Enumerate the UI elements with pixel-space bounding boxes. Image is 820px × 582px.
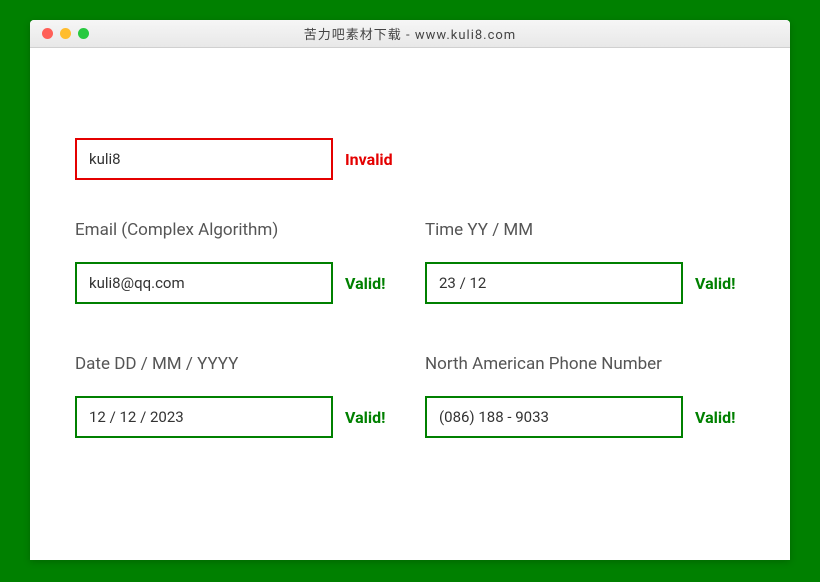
window-title: 苦力吧素材下载 - www.kuli8.com xyxy=(30,24,790,43)
date-input[interactable] xyxy=(75,396,333,438)
field-phone: North American Phone Number Valid! xyxy=(425,354,745,438)
top-input[interactable] xyxy=(75,138,333,180)
window-controls xyxy=(30,28,89,39)
time-label: Time YY / MM xyxy=(425,220,745,240)
form-area: Invalid Email (Complex Algorithm) Valid!… xyxy=(30,48,790,528)
close-icon[interactable] xyxy=(42,28,53,39)
email-label: Email (Complex Algorithm) xyxy=(75,220,395,240)
date-label: Date DD / MM / YYYY xyxy=(75,354,395,374)
top-status: Invalid xyxy=(345,150,395,169)
email-input[interactable] xyxy=(75,262,333,304)
time-status: Valid! xyxy=(695,274,745,293)
field-date: Date DD / MM / YYYY Valid! xyxy=(75,354,395,438)
field-top: Invalid xyxy=(75,138,395,180)
phone-input[interactable] xyxy=(425,396,683,438)
time-input[interactable] xyxy=(425,262,683,304)
field-time: Time YY / MM Valid! xyxy=(425,220,745,304)
date-status: Valid! xyxy=(345,408,395,427)
maximize-icon[interactable] xyxy=(78,28,89,39)
phone-label: North American Phone Number xyxy=(425,354,745,374)
browser-window: 苦力吧素材下载 - www.kuli8.com Invalid Email (C… xyxy=(30,20,790,560)
phone-status: Valid! xyxy=(695,408,745,427)
window-titlebar: 苦力吧素材下载 - www.kuli8.com xyxy=(30,20,790,48)
email-status: Valid! xyxy=(345,274,395,293)
field-email: Email (Complex Algorithm) Valid! xyxy=(75,220,395,304)
minimize-icon[interactable] xyxy=(60,28,71,39)
